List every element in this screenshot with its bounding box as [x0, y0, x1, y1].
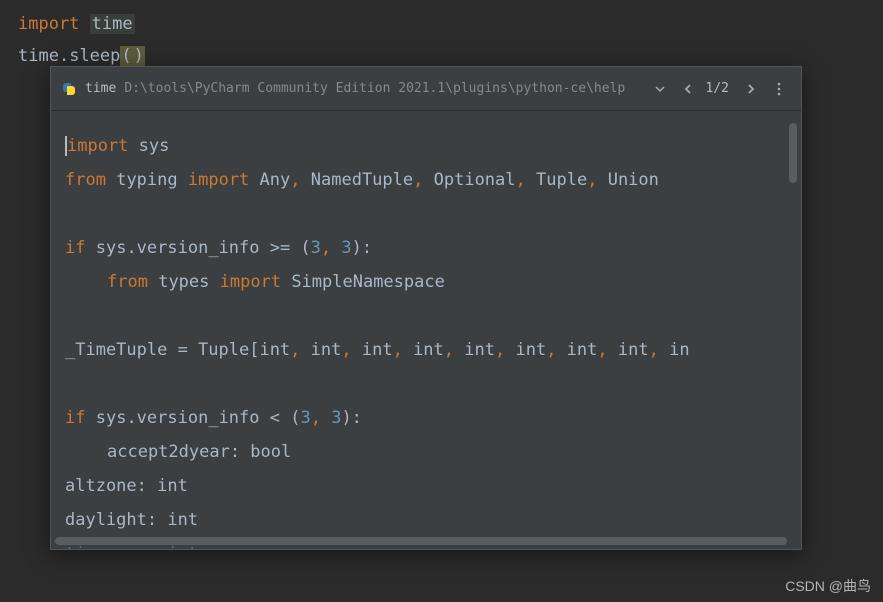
- prev-button[interactable]: [676, 77, 700, 101]
- breadcrumb-module[interactable]: time: [85, 81, 116, 96]
- doc-line: _TimeTuple = Tuple[int, int, int, int, i…: [65, 333, 787, 367]
- paren-open: (: [120, 46, 132, 66]
- doc-line: accept2dyear: bool: [65, 435, 787, 469]
- doc-line: import sys: [65, 129, 787, 163]
- horizontal-scrollbar[interactable]: [55, 537, 787, 545]
- paren-close: ): [133, 46, 145, 66]
- more-vertical-icon[interactable]: [767, 77, 791, 101]
- documentation-content[interactable]: import sys from typing import Any, Named…: [51, 111, 801, 549]
- doc-line: if sys.version_info >= (3, 3):: [65, 231, 787, 265]
- doc-line: from types import SimpleNamespace: [65, 265, 787, 299]
- doc-line: from typing import Any, NamedTuple, Opti…: [65, 163, 787, 197]
- doc-line: [65, 299, 787, 333]
- next-button[interactable]: [739, 77, 763, 101]
- code-line-1: import time: [18, 8, 865, 40]
- doc-line: if sys.version_info < (3, 3):: [65, 401, 787, 435]
- pager-label: 1/2: [706, 81, 729, 96]
- vertical-scrollbar[interactable]: [789, 123, 797, 183]
- popup-header: time D:\tools\PyCharm Community Edition …: [51, 67, 801, 111]
- doc-line: daylight: int: [65, 503, 787, 537]
- keyword-import: import: [18, 14, 79, 34]
- watermark: CSDN @曲鸟: [785, 576, 871, 596]
- chevron-down-icon[interactable]: [648, 77, 672, 101]
- doc-line: [65, 367, 787, 401]
- module-time: time: [90, 14, 135, 34]
- breadcrumb-path: D:\tools\PyCharm Community Edition 2021.…: [124, 81, 643, 96]
- python-icon: [61, 81, 77, 97]
- doc-line: altzone: int: [65, 469, 787, 503]
- documentation-popup: time D:\tools\PyCharm Community Edition …: [50, 66, 802, 550]
- function-sleep: sleep: [69, 46, 120, 66]
- doc-line: [65, 197, 787, 231]
- identifier-time: time: [18, 46, 59, 66]
